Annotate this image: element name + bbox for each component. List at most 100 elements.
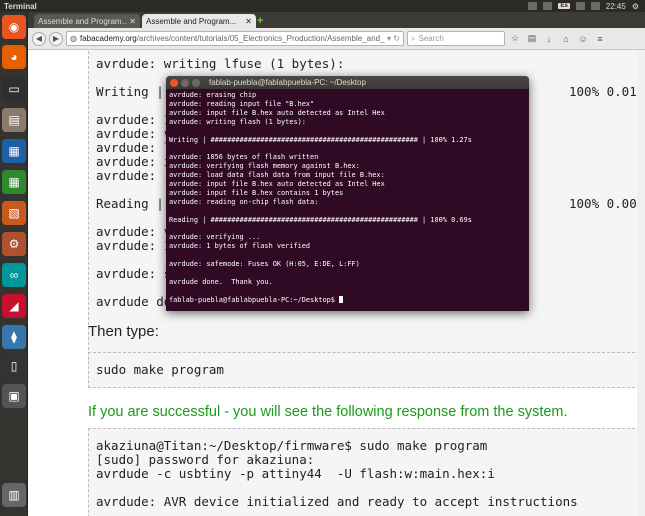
terminal-line: avrdude: input file B.hex auto detected …	[169, 180, 385, 188]
volume-icon[interactable]	[590, 2, 600, 10]
trash-icon[interactable]: ▥	[2, 483, 26, 507]
terminal-line-text: fablab-puebla@fablabpuebla-PC:~/Desktop$	[169, 295, 340, 304]
menu-icon[interactable]: ≡	[593, 32, 607, 46]
code-line: avrdude do	[96, 294, 172, 309]
reload-icon[interactable]: ▾ ↻	[385, 34, 400, 43]
terminal-line-text: avrdude: safemode: Fuses OK (H:05, E:DE,…	[169, 260, 360, 269]
close-icon[interactable]: ✕	[245, 17, 252, 26]
terminal-line-text: avrdude done. Thank you.	[169, 277, 273, 286]
scrollbar[interactable]	[637, 50, 645, 516]
terminal-line: avrdude: verifying flash memory against …	[169, 162, 360, 170]
terminal-line-text: avrdude: verifying ...	[169, 233, 261, 242]
terminal-line-text: Reading | ##############################…	[169, 215, 472, 224]
search-placeholder: Search	[418, 34, 444, 43]
terminal-line-text: avrdude: input file B.hex auto detected …	[169, 108, 385, 117]
network-icon[interactable]	[543, 2, 553, 10]
terminal-line: avrdude: load data flash data from input…	[169, 171, 385, 179]
forward-icon[interactable]: ▶	[49, 31, 63, 46]
settings-icon[interactable]: ⚙	[2, 232, 26, 256]
tab-1-label: Assemble and Program...	[38, 16, 128, 26]
terminal-icon[interactable]: ▭	[2, 77, 26, 101]
terminal-title: fablab-puebla@fablabpuebla-PC: ~/Desktop	[209, 78, 366, 87]
code-line: avrdude: r	[96, 168, 172, 183]
terminal-prompt: fablab-puebla@fablabpuebla-PC:~/Desktop$	[169, 295, 344, 304]
terminal-line: avrdude: input file B.hex contains 1 byt…	[169, 189, 343, 197]
progress-percent: 100% 0.01s	[569, 84, 645, 99]
writer-icon[interactable]: ▦	[2, 139, 26, 163]
search-input[interactable]: ⌕ Search	[407, 31, 505, 46]
terminal-line: avrdude: erasing chip	[169, 91, 256, 99]
code-line: Reading |	[96, 196, 164, 211]
mail-icon[interactable]	[528, 2, 538, 10]
success-text: If you are successful - you will see the…	[88, 404, 568, 420]
close-icon[interactable]: ✕	[129, 17, 136, 26]
code-block-2: sudo make program	[88, 352, 640, 388]
code-line: Writing |	[96, 84, 164, 99]
keyboard-layout[interactable]: Es	[558, 3, 570, 9]
terminal-line: avrdude done. Thank you.	[169, 278, 273, 286]
battery-icon[interactable]	[575, 2, 585, 10]
close-icon[interactable]	[170, 78, 178, 87]
terminal-line: avrdude: 1056 bytes of flash written	[169, 153, 318, 161]
tab-1[interactable]: Assemble and Program... ✕	[34, 14, 140, 28]
launcher: ◉ ◕ ▭ ▤ ▦ ▦ ▧ ⚙ ∞ ◢ ⧫ ▯ ▣ ▥	[0, 12, 28, 516]
tab-2[interactable]: Assemble and Program... ✕	[142, 14, 256, 28]
terminal-line: Reading | ##############################…	[169, 216, 472, 224]
terminal-line-text: avrdude: writing flash (1 bytes):	[169, 117, 306, 126]
terminal-line-text: avrdude: verifying flash memory against …	[169, 162, 360, 171]
terminal-line: Writing | ##############################…	[169, 136, 472, 144]
python-icon[interactable]: ⧫	[2, 325, 26, 349]
code-line: avrdude: l	[96, 140, 172, 155]
code-block-3: akaziuna@Titan:~/Desktop/firmware$ sudo …	[88, 428, 640, 516]
tab-2-label: Assemble and Program...	[146, 16, 237, 26]
maximize-icon[interactable]	[192, 78, 200, 87]
terminal-line: avrdude: safemode: Fuses OK (H:05, E:DE,…	[169, 260, 360, 268]
url-host: fabacademy.org	[79, 34, 137, 43]
firefox-icon[interactable]: ◕	[2, 45, 26, 69]
back-icon[interactable]: ◀	[32, 31, 46, 46]
arduino-icon[interactable]: ∞	[2, 263, 26, 287]
new-tab-icon[interactable]: +	[257, 15, 263, 27]
url-path: /archives/content/tutorials/05_Electroni…	[136, 34, 386, 43]
drive-icon[interactable]: ▣	[2, 384, 26, 408]
terminal-line: avrdude: 1 bytes of flash verified	[169, 242, 310, 250]
code-line: avrdude: s	[96, 266, 172, 281]
code-line: avrdude: v	[96, 224, 172, 239]
terminal-line-text: avrdude: 1056 bytes of flash written	[169, 153, 319, 162]
progress-percent: 100% 0.00s	[569, 196, 645, 211]
top-panel: Terminal Es 22:45 ⚙	[0, 0, 645, 12]
terminal-line-text: avrdude: erasing chip	[169, 91, 257, 99]
terminal-cursor	[339, 295, 344, 303]
chat-icon[interactable]: ☺	[576, 32, 590, 46]
home-icon[interactable]: ⌂	[559, 32, 573, 46]
code-line: avrdude: writing lfuse (1 bytes):	[96, 56, 345, 71]
terminal-window[interactable]: fablab-puebla@fablabpuebla-PC: ~/Desktop…	[166, 76, 529, 311]
terminal-line-text: avrdude: input file B.hex auto detected …	[169, 180, 385, 188]
bookmark-star-icon[interactable]: ☆	[508, 32, 522, 46]
command-text: sudo make program	[96, 362, 224, 377]
minimize-icon[interactable]	[181, 78, 189, 87]
code-line: [sudo] password for akaziuna:	[96, 452, 315, 467]
code-line: avrdude -c usbtiny -p attiny44 -U flash:…	[96, 466, 495, 481]
code-line: akaziuna@Titan:~/Desktop/firmware$ sudo …	[96, 438, 488, 453]
terminal-titlebar[interactable]: fablab-puebla@fablabpuebla-PC: ~/Desktop	[166, 76, 529, 89]
terminal-output[interactable]: avrdude: erasing chip avrdude: reading in…	[169, 89, 526, 311]
terminal-line: avrdude: verifying ...	[169, 233, 260, 241]
download-icon[interactable]: ↓	[542, 32, 556, 46]
calc-icon[interactable]: ▦	[2, 170, 26, 194]
power-icon[interactable]: ⚙	[632, 2, 639, 11]
tab-bar: Assemble and Program... ✕ Assemble and P…	[28, 12, 645, 28]
files-icon[interactable]: ▤	[2, 108, 26, 132]
code-line: avrdude: v	[96, 126, 172, 141]
nav-bar: ◀ ▶ ◍ fabacademy.org /archives/content/t…	[28, 28, 645, 50]
reading-list-icon[interactable]: ▤	[525, 32, 539, 46]
code-line: avrdude: 1	[96, 238, 172, 253]
code-line: avrdude: i	[96, 154, 172, 169]
url-bar[interactable]: ◍ fabacademy.org /archives/content/tutor…	[66, 31, 404, 46]
clock[interactable]: 22:45	[606, 2, 626, 11]
fab-icon[interactable]: ◢	[2, 294, 26, 318]
terminal-line: avrdude: input file B.hex auto detected …	[169, 109, 385, 117]
ubuntu-icon[interactable]: ◉	[2, 15, 26, 39]
impress-icon[interactable]: ▧	[2, 201, 26, 225]
usb-icon[interactable]: ▯	[2, 354, 26, 378]
